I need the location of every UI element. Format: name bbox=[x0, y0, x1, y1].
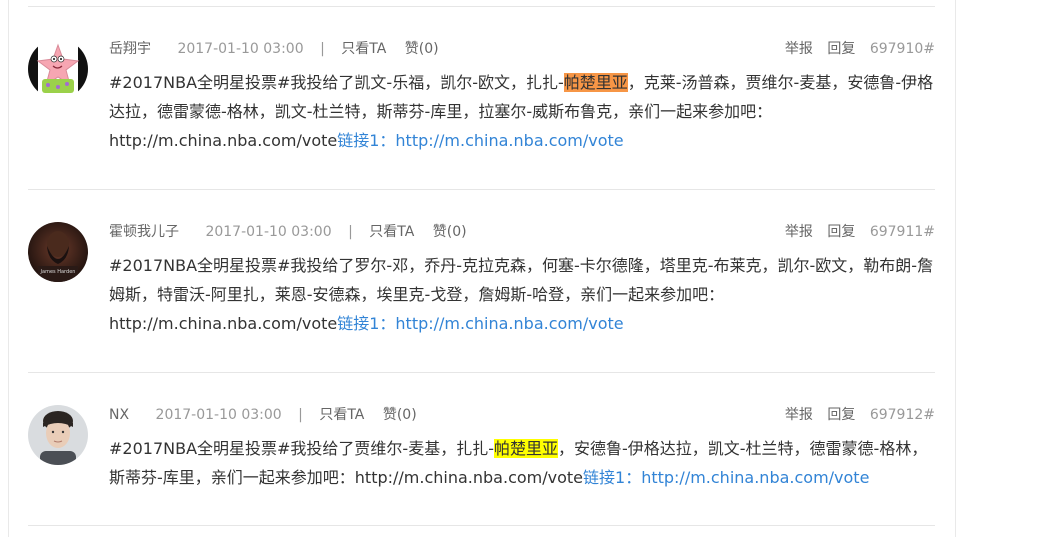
comment-meta: 霍顿我儿子 2017-01-10 03:00 | 只看TA 赞(0) bbox=[109, 222, 467, 242]
comment-item: James Harden 霍顿我儿子 2017-01-10 03:00 | 只看… bbox=[28, 222, 935, 362]
divider bbox=[28, 6, 935, 7]
vote-link[interactable]: 链接1：http://m.china.nba.com/vote bbox=[337, 314, 623, 333]
like-button[interactable]: 赞(0) bbox=[433, 224, 467, 240]
reply-link[interactable]: 回复 bbox=[827, 224, 855, 240]
reply-link[interactable]: 回复 bbox=[827, 41, 855, 57]
comment-text: #2017NBA全明星投票#我投给了凯文-乐福，凯尔-欧文，扎扎- bbox=[109, 73, 564, 92]
separator: | bbox=[320, 41, 325, 57]
comment-actions: 举报 回复 697910# bbox=[775, 39, 935, 59]
timestamp: 2017-01-10 03:00 bbox=[155, 407, 282, 423]
avatar[interactable]: James Harden bbox=[28, 222, 88, 282]
only-see-ta-link[interactable]: 只看TA bbox=[341, 41, 386, 57]
divider bbox=[28, 525, 935, 526]
username-link[interactable]: 霍顿我儿子 bbox=[109, 224, 179, 240]
only-see-ta-link[interactable]: 只看TA bbox=[319, 407, 364, 423]
like-button[interactable]: 赞(0) bbox=[405, 41, 439, 57]
highlighted-text: 帕楚里亚 bbox=[563, 73, 628, 92]
separator: | bbox=[298, 407, 303, 423]
floor-number: 697911# bbox=[869, 224, 935, 240]
comment-content: #2017NBA全明星投票#我投给了罗尔-邓，乔丹-克拉克森，何塞-卡尔德隆，塔… bbox=[109, 251, 937, 338]
page-border-right bbox=[955, 0, 956, 537]
comment-actions: 举报 回复 697912# bbox=[775, 405, 935, 425]
floor-number: 697912# bbox=[869, 407, 935, 423]
comment-text: #2017NBA全明星投票#我投给了贾维尔-麦基，扎扎- bbox=[109, 439, 494, 458]
patrick-star-avatar-icon bbox=[28, 39, 88, 99]
username-link[interactable]: 岳翔宇 bbox=[109, 41, 151, 57]
avatar[interactable] bbox=[28, 405, 88, 465]
comment-content: #2017NBA全明星投票#我投给了凯文-乐福，凯尔-欧文，扎扎-帕楚里亚，克莱… bbox=[109, 68, 937, 155]
report-link[interactable]: 举报 bbox=[785, 41, 813, 57]
comment-meta: NX 2017-01-10 03:00 | 只看TA 赞(0) bbox=[109, 405, 417, 425]
avatar-caption: James Harden bbox=[40, 269, 76, 275]
comment-actions: 举报 回复 697911# bbox=[775, 222, 935, 242]
divider bbox=[28, 372, 935, 373]
vote-link[interactable]: 链接1：http://m.china.nba.com/vote bbox=[583, 468, 869, 487]
comment-item: 岳翔宇 2017-01-10 03:00 | 只看TA 赞(0) 举报 回复 6… bbox=[28, 39, 935, 179]
floor-number: 697910# bbox=[869, 41, 935, 57]
page-border-left bbox=[8, 0, 9, 537]
comment-content: #2017NBA全明星投票#我投给了贾维尔-麦基，扎扎-帕楚里亚，安德鲁-伊格达… bbox=[109, 434, 937, 492]
james-harden-avatar-icon: James Harden bbox=[28, 222, 88, 282]
reply-link[interactable]: 回复 bbox=[827, 407, 855, 423]
vote-link[interactable]: 链接1：http://m.china.nba.com/vote bbox=[337, 131, 623, 150]
timestamp: 2017-01-10 03:00 bbox=[205, 224, 332, 240]
report-link[interactable]: 举报 bbox=[785, 407, 813, 423]
avatar[interactable] bbox=[28, 39, 88, 99]
comment-meta: 岳翔宇 2017-01-10 03:00 | 只看TA 赞(0) bbox=[109, 39, 439, 59]
comment-item: NX 2017-01-10 03:00 | 只看TA 赞(0) 举报 回复 69… bbox=[28, 405, 935, 525]
divider bbox=[28, 189, 935, 190]
person-portrait-avatar-icon bbox=[28, 405, 88, 465]
timestamp: 2017-01-10 03:00 bbox=[177, 41, 304, 57]
like-button[interactable]: 赞(0) bbox=[383, 407, 417, 423]
username-link[interactable]: NX bbox=[109, 407, 129, 423]
report-link[interactable]: 举报 bbox=[785, 224, 813, 240]
only-see-ta-link[interactable]: 只看TA bbox=[369, 224, 414, 240]
highlighted-text: 帕楚里亚 bbox=[493, 439, 558, 458]
separator: | bbox=[348, 224, 353, 240]
